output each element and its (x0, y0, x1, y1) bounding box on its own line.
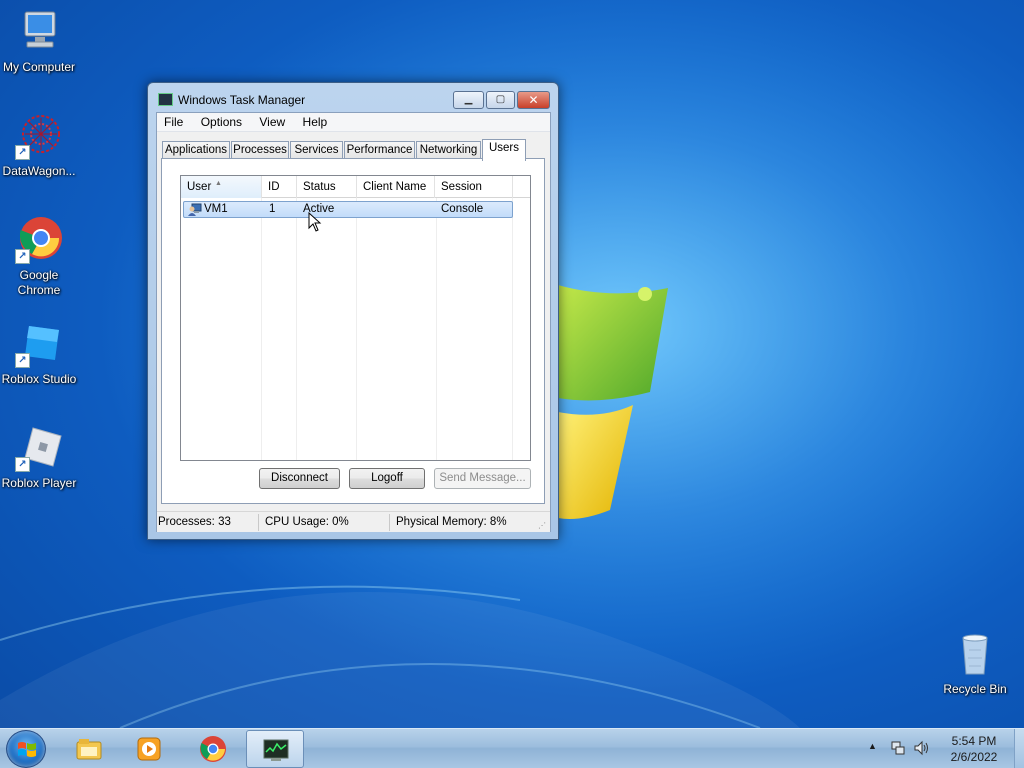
tab-users[interactable]: Users (482, 139, 526, 161)
column-user[interactable]: User ▲ (181, 176, 262, 198)
column-session[interactable]: Session (435, 176, 513, 198)
desktop-icon-recycle-bin[interactable]: Recycle Bin (936, 630, 1014, 697)
column-client-name[interactable]: Client Name (357, 176, 435, 198)
mouse-cursor-icon (308, 211, 322, 232)
taskbar-chrome[interactable] (184, 730, 242, 768)
tab-services[interactable]: Services (290, 141, 343, 159)
column-id[interactable]: ID (262, 176, 297, 198)
user-session-icon (188, 203, 202, 216)
status-physical-memory: Physical Memory: 8% (396, 516, 507, 528)
users-tab-panel: User ▲ ID Status Client Name Session VM1… (161, 158, 545, 504)
taskbar-windows-explorer[interactable] (60, 730, 118, 768)
desktop-icon-my-computer[interactable]: My Computer (0, 8, 78, 75)
roblox-player-icon: ↗ (15, 424, 63, 472)
minimize-button[interactable]: ▁ (453, 91, 484, 109)
clock-date: 2/6/2022 (950, 750, 998, 764)
menu-file[interactable]: File (157, 113, 190, 129)
column-user-label: User (187, 181, 212, 193)
menu-view[interactable]: View (252, 113, 292, 129)
grid-line (296, 198, 297, 460)
desktop-icon-google-chrome[interactable]: ↗ Google Chrome (0, 216, 78, 298)
menu-bar: File Options View Help (157, 113, 550, 132)
task-manager-icon (158, 93, 173, 106)
status-bar: Processes: 33 CPU Usage: 0% Physical Mem… (157, 511, 550, 532)
shortcut-arrow-icon: ↗ (15, 457, 30, 472)
desktop-icon-label: Roblox Studio (1, 372, 77, 386)
close-button[interactable]: ✕ (517, 91, 550, 109)
status-cpu-usage: CPU Usage: 0% (265, 516, 349, 528)
task-manager-icon (263, 739, 289, 761)
shortcut-arrow-icon: ↗ (15, 353, 30, 368)
tab-performance[interactable]: Performance (344, 141, 415, 159)
taskbar-media-player[interactable] (120, 730, 178, 768)
task-manager-window[interactable]: Windows Task Manager ▁ ▢ ✕ File Options … (147, 82, 559, 540)
desktop-icon-label: My Computer (2, 60, 76, 74)
desktop-icon-roblox-studio[interactable]: ↗ Roblox Studio (0, 320, 78, 387)
list-header: User ▲ ID Status Client Name Session (181, 176, 530, 198)
logoff-button[interactable]: Logoff (349, 468, 425, 489)
window-title: Windows Task Manager (178, 93, 306, 107)
menu-help[interactable]: Help (296, 113, 335, 129)
taskbar: ▲ 5:54 PM 2/6/2022 (0, 728, 1024, 768)
status-divider (389, 514, 390, 531)
roblox-studio-icon: ↗ (15, 320, 63, 368)
taskbar-clock[interactable]: 5:54 PM 2/6/2022 (936, 733, 1012, 765)
recycle-bin-icon (951, 630, 999, 678)
taskbar-task-manager[interactable] (246, 730, 304, 768)
desktop-icon-label: Google Chrome (17, 268, 61, 297)
status-processes: Processes: 33 (158, 516, 231, 528)
window-client-area: File Options View Help Applications Proc… (156, 112, 551, 532)
show-desktop-button[interactable] (1014, 729, 1024, 768)
sort-ascending-icon: ▲ (215, 180, 222, 187)
desktop-icon-label: Roblox Player (1, 476, 77, 490)
menu-options[interactable]: Options (194, 113, 249, 129)
shortcut-arrow-icon: ↗ (15, 145, 30, 160)
windows-explorer-icon (76, 739, 102, 760)
media-player-icon (137, 737, 161, 761)
cell-id: 1 (269, 203, 276, 215)
network-icon[interactable] (890, 740, 906, 756)
show-hidden-icons-button[interactable]: ▲ (868, 741, 877, 751)
desktop-icon-datawagon[interactable]: ↗ DataWagon... (0, 112, 78, 179)
desktop-icon-label: Recycle Bin (943, 682, 1007, 696)
tab-processes[interactable]: Processes (231, 141, 289, 159)
start-button[interactable] (6, 730, 46, 768)
desktop-icon-roblox-player[interactable]: ↗ Roblox Player (0, 424, 78, 491)
grid-line (436, 198, 437, 460)
send-message-button: Send Message... (434, 468, 531, 489)
users-list[interactable]: User ▲ ID Status Client Name Session VM1… (180, 175, 531, 461)
maximize-button[interactable]: ▢ (486, 91, 515, 109)
clock-time: 5:54 PM (951, 734, 997, 748)
desktop-icon-label: DataWagon... (2, 164, 76, 178)
cell-user: VM1 (204, 203, 228, 215)
chrome-icon (200, 736, 226, 762)
shortcut-arrow-icon: ↗ (15, 249, 30, 264)
grid-line (356, 198, 357, 460)
grid-line (261, 198, 262, 460)
windows-logo-icon (18, 742, 36, 757)
datawagon-icon: ↗ (15, 112, 63, 160)
computer-icon (15, 8, 63, 56)
tab-networking[interactable]: Networking (416, 141, 481, 159)
window-titlebar[interactable]: Windows Task Manager ▁ ▢ ✕ (148, 83, 558, 113)
grid-line (512, 198, 513, 460)
table-row[interactable]: VM1 1 Active Console (183, 201, 513, 218)
tab-applications[interactable]: Applications (162, 141, 230, 159)
status-divider (258, 514, 259, 531)
volume-icon[interactable] (913, 740, 931, 756)
cell-session: Console (441, 203, 484, 215)
column-status[interactable]: Status (297, 176, 357, 198)
chrome-icon: ↗ (15, 216, 63, 264)
disconnect-button[interactable]: Disconnect (259, 468, 340, 489)
resize-grip-icon[interactable]: ⋰ (538, 521, 546, 530)
